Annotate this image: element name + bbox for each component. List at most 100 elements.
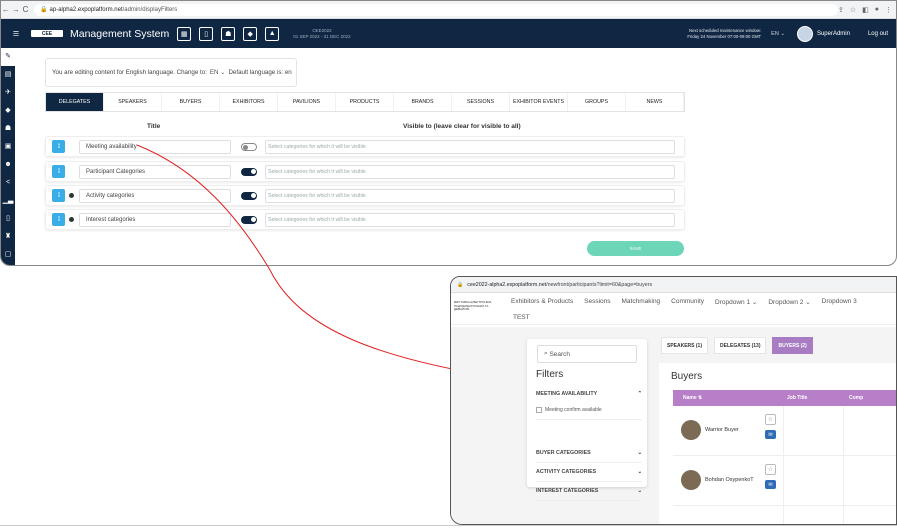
menu-item-0[interactable]: Exhibitors & Products xyxy=(511,298,573,306)
site-logo[interactable]: ВИСТАВКА ЕЛЕКТРОНІКИ, РАДІОЕЛЕКТРОНІКИ Т… xyxy=(454,300,494,312)
language-select[interactable]: EN ⌄ xyxy=(771,31,785,37)
list-icon[interactable]: ▤ xyxy=(1,66,15,84)
plane-icon[interactable]: ✈ xyxy=(1,84,15,102)
menu-dots-icon[interactable]: ⋮ xyxy=(885,6,892,14)
back-icon[interactable]: ← xyxy=(1,5,11,14)
app-logo: CEE xyxy=(31,30,63,37)
tab-news[interactable]: NEWS xyxy=(626,93,684,111)
favorite-star-icon[interactable]: ☆ xyxy=(765,414,776,425)
menu-item-6[interactable]: Dropdown 3 xyxy=(822,298,857,306)
share-nodes-icon[interactable]: < xyxy=(1,174,15,192)
filter-row: ⁞⁞ Interest categories Select categories f… xyxy=(45,209,685,230)
tab-brands[interactable]: BRANDS xyxy=(394,93,452,111)
buyer-name[interactable]: Bohdan OsypenkoT xyxy=(705,477,754,483)
filter-group-label: MEETING AVAILABILITY xyxy=(536,391,598,397)
share-icon[interactable]: ⇪ xyxy=(838,6,844,14)
tab-sessions[interactable]: SESSIONS xyxy=(452,93,510,111)
hamburger-icon[interactable]: ≡ xyxy=(1,28,31,40)
calendar-icon[interactable]: ▦ xyxy=(177,26,192,41)
admin-name[interactable]: SuperAdmin xyxy=(817,31,850,37)
favorite-star-icon[interactable]: ☆ xyxy=(765,464,776,475)
filter-group-header[interactable]: INTEREST CATEGORIES ⌄ xyxy=(536,488,642,494)
avatar[interactable] xyxy=(681,420,701,440)
tablet-icon[interactable]: ▯ xyxy=(199,26,214,41)
drag-handle-icon[interactable]: ⁞⁞ xyxy=(52,165,65,178)
tag-icon[interactable]: ◆ xyxy=(243,26,258,41)
avatar[interactable] xyxy=(681,470,701,490)
menu-item-2[interactable]: Matchmaking xyxy=(622,298,661,306)
meeting-confirm-label[interactable]: Meeting confirm available xyxy=(545,407,602,413)
participant-tab-0[interactable]: SPEAKERS (1) xyxy=(661,337,709,354)
users-icon[interactable]: ☗ xyxy=(221,26,236,41)
filter-group-header[interactable]: BUYER CATEGORIES ⌄ xyxy=(536,450,642,456)
tab-exhibitor-events[interactable]: EXHIBITOR EVENTS xyxy=(510,93,568,111)
tab-delegates[interactable]: DELEGATES xyxy=(46,93,104,111)
graduation-icon[interactable]: ▲ xyxy=(265,26,280,41)
frontend-window: 🔒 cee2022-alpha2.expoplatform.net /newfr… xyxy=(450,276,897,525)
avatar[interactable] xyxy=(796,25,813,42)
participant-tab-2[interactable]: BUYERS (2) xyxy=(772,337,813,354)
diamond-icon[interactable]: ◆ xyxy=(1,102,15,120)
tab-products[interactable]: PRODUCTS xyxy=(336,93,394,111)
message-icon[interactable]: ✉ xyxy=(765,480,776,489)
drag-handle-icon[interactable]: ⁞⁞ xyxy=(52,140,65,153)
filter-title-input[interactable]: Meeting availability xyxy=(79,139,231,154)
filter-divider xyxy=(536,419,642,420)
info-icon[interactable] xyxy=(69,193,74,198)
reload-icon[interactable]: C xyxy=(21,5,31,14)
categories-select[interactable]: Select categories for which it will be v… xyxy=(265,188,675,203)
filter-title-input[interactable]: Participant Categories xyxy=(79,164,231,179)
window-icon[interactable]: ◧ xyxy=(862,6,869,14)
categories-select[interactable]: Select categories for which it will be v… xyxy=(265,164,675,179)
people-icon[interactable]: ☻ xyxy=(1,156,15,174)
filter-title-input[interactable]: Activity categories xyxy=(79,188,231,203)
visibility-toggle[interactable] xyxy=(241,142,257,151)
visibility-toggle[interactable] xyxy=(241,167,257,176)
drag-handle-icon[interactable]: ⁞⁞ xyxy=(52,189,65,202)
bar-chart-icon[interactable]: ▁▃ xyxy=(1,192,15,210)
visibility-toggle[interactable] xyxy=(241,191,257,200)
tab-exhibitors[interactable]: EXHIBITORS xyxy=(220,93,278,111)
briefcase-icon[interactable]: ▣ xyxy=(1,138,15,156)
forward-icon[interactable]: → xyxy=(11,5,21,14)
save-button[interactable]: SAVE xyxy=(587,241,684,256)
menu-item-test[interactable]: TEST xyxy=(513,314,530,321)
tab-groups[interactable]: GROUPS xyxy=(568,93,626,111)
chevron-down-icon: ⌄ xyxy=(637,469,642,475)
message-icon[interactable]: ✉ xyxy=(765,430,776,439)
categories-select[interactable]: Select categories for which it will be v… xyxy=(265,212,675,227)
drag-handle-icon[interactable]: ⁞⁞ xyxy=(52,213,65,226)
info-icon[interactable] xyxy=(69,217,74,222)
phone-icon[interactable]: ▯ xyxy=(1,210,15,228)
document-icon[interactable]: ▢ xyxy=(1,246,15,264)
tab-buyers[interactable]: BUYERS xyxy=(162,93,220,111)
group-icon[interactable]: ☗ xyxy=(1,120,15,138)
trophy-icon[interactable]: ♜ xyxy=(1,228,15,246)
menu-item-1[interactable]: Sessions xyxy=(584,298,610,306)
categories-select[interactable]: Select categories for which it will be v… xyxy=(265,139,675,154)
menu-item-4[interactable]: Dropdown 1 ⌄ xyxy=(715,298,757,306)
menu-item-5[interactable]: Dropdown 2 ⌄ xyxy=(768,298,810,306)
address-bar[interactable]: 🔒 ap-alpha2.expoplatform.net /admin/disp… xyxy=(34,3,838,16)
filter-group-header[interactable]: ACTIVITY CATEGORIES ⌄ xyxy=(536,469,642,475)
default-language-text: Default language is: en xyxy=(228,69,292,76)
menu-item-3[interactable]: Community xyxy=(671,298,704,306)
meeting-confirm-checkbox[interactable] xyxy=(536,407,542,413)
pencil-icon[interactable]: ✎ xyxy=(1,48,15,66)
th-job: Job Title xyxy=(787,395,808,401)
tab-pavilions[interactable]: PAVILIONS xyxy=(278,93,336,111)
filter-title-input[interactable]: Interest categories xyxy=(79,212,231,227)
visibility-toggle[interactable] xyxy=(241,215,257,224)
maintenance-line-1: Next scheduled maintenance window: xyxy=(689,28,762,33)
participant-tab-1[interactable]: DELEGATES (13) xyxy=(714,337,767,354)
language-dropdown[interactable]: EN ⌄ xyxy=(210,69,226,76)
filter-group-header[interactable]: MEETING AVAILABILITY ⌃ xyxy=(536,391,642,397)
tab-speakers[interactable]: SPEAKERS xyxy=(104,93,162,111)
profile-icon[interactable]: ● xyxy=(875,6,879,14)
language-notice: You are editing content for English lang… xyxy=(45,58,297,87)
th-name[interactable]: Name ⇅ xyxy=(673,395,783,401)
logout-link[interactable]: Log out xyxy=(868,31,888,37)
star-icon[interactable]: ☆ xyxy=(850,6,856,14)
search-input[interactable]: ⌕ Search xyxy=(537,345,637,363)
buyer-name[interactable]: Warrior Buyer xyxy=(705,427,739,433)
